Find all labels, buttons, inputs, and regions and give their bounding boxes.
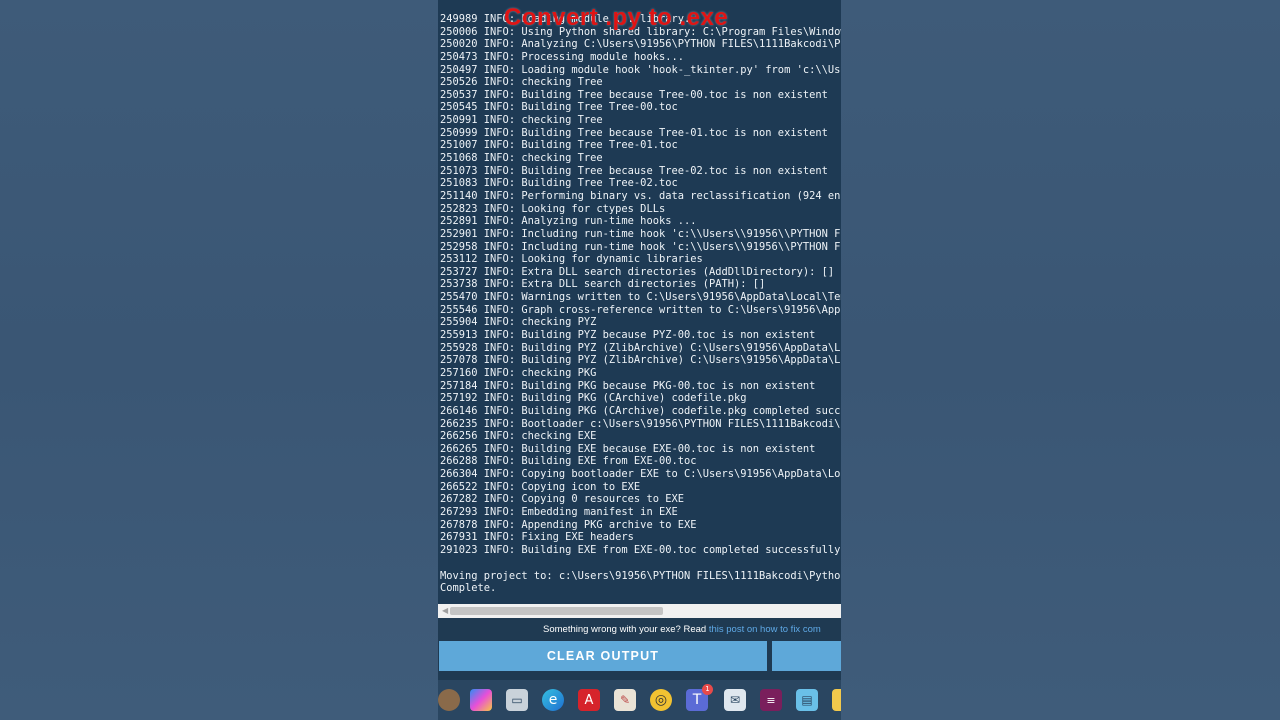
acrobat-icon[interactable]: A — [578, 689, 600, 711]
copilot-icon[interactable] — [470, 689, 492, 711]
notice-text: Something wrong with your exe? Read — [543, 624, 709, 635]
log-line: 266256 INFO: checking EXE — [440, 430, 597, 443]
log-line: 250991 INFO: checking Tree — [440, 114, 603, 127]
log-line: 266288 INFO: Building EXE from EXE-00.to… — [440, 455, 697, 468]
log-line: 255546 INFO: Graph cross-reference writt… — [440, 303, 841, 316]
log-line: 257078 INFO: Building PYZ (ZlibArchive) … — [440, 354, 841, 367]
log-line: 267282 INFO: Copying 0 resources to EXE — [440, 493, 684, 506]
log-line: 251140 INFO: Performing binary vs. data … — [440, 189, 841, 202]
log-line: 250497 INFO: Loading module hook 'hook-_… — [440, 63, 841, 76]
log-line: 266265 INFO: Building EXE because EXE-00… — [440, 442, 816, 455]
app-window: 249989 INFO: Loading module ... library.… — [438, 0, 841, 720]
log-line: 255470 INFO: Warnings written to C:\User… — [440, 291, 841, 304]
log-line: 267878 INFO: Appending PKG archive to EX… — [440, 518, 697, 531]
log-line: 252901 INFO: Including run-time hook 'c:… — [440, 227, 841, 240]
log-line: 266146 INFO: Building PKG (CArchive) cod… — [440, 404, 841, 417]
notepad-icon[interactable]: ▤ — [796, 689, 818, 711]
teams-icon[interactable]: T1 — [686, 684, 713, 711]
fix-post-link[interactable]: this post on how to fix com — [709, 624, 821, 635]
log-line: 251073 INFO: Building Tree because Tree-… — [440, 164, 828, 177]
log-line: 250999 INFO: Building Tree because Tree-… — [440, 126, 828, 139]
file-icon[interactable]: ✎ — [614, 689, 636, 711]
overlay-title: Convert .py to .exe — [504, 4, 729, 31]
button-row: CLEAR OUTPUT — [438, 641, 841, 672]
log-line: 250473 INFO: Processing module hooks... — [440, 50, 684, 63]
log-line: 291023 INFO: Building EXE from EXE-00.to… — [440, 543, 841, 556]
log-line: 252891 INFO: Analyzing run-time hooks ..… — [440, 215, 697, 228]
log-line: 251007 INFO: Building Tree Tree-01.toc — [440, 139, 678, 152]
log-line: 253112 INFO: Looking for dynamic librari… — [440, 253, 703, 266]
chrome-icon[interactable]: ◎ — [650, 689, 672, 711]
log-gap — [440, 557, 841, 570]
log-line: 250526 INFO: checking Tree — [440, 76, 603, 89]
log-line: 266235 INFO: Bootloader c:\Users\91956\P… — [440, 417, 841, 430]
photo-icon[interactable] — [438, 689, 460, 711]
horizontal-scrollbar[interactable]: ◀ — [438, 604, 841, 618]
log-line: 251068 INFO: checking Tree — [440, 152, 603, 165]
log-line: 257184 INFO: Building PKG because PKG-00… — [440, 379, 816, 392]
status-line: Complete. — [440, 582, 497, 595]
log-line: 250020 INFO: Analyzing C:\Users\91956\PY… — [440, 38, 841, 51]
notification-badge-icon: 1 — [702, 684, 713, 695]
secondary-button[interactable] — [772, 641, 841, 671]
log-line: 255904 INFO: checking PYZ — [440, 316, 597, 329]
help-notice: Something wrong with your exe? Read this… — [438, 618, 841, 640]
log-line: 250537 INFO: Building Tree because Tree-… — [440, 88, 828, 101]
log-line: 255913 INFO: Building PYZ because PYZ-00… — [440, 329, 816, 342]
log-line: 255928 INFO: Building PYZ (ZlibArchive) … — [440, 341, 841, 354]
scrollbar-thumb[interactable] — [450, 607, 663, 615]
log-line: 267293 INFO: Embedding manifest in EXE — [440, 505, 678, 518]
mail-icon[interactable]: ✉ — [724, 689, 746, 711]
log-line: 251083 INFO: Building Tree Tree-02.toc — [440, 177, 678, 190]
folder-icon[interactable] — [832, 689, 841, 711]
log-line: 266304 INFO: Copying bootloader EXE to C… — [440, 468, 841, 481]
winrar-icon[interactable]: ≡ — [760, 689, 782, 711]
clear-output-button[interactable]: CLEAR OUTPUT — [439, 641, 767, 671]
log-line: 266522 INFO: Copying icon to EXE — [440, 480, 641, 493]
log-line: 267931 INFO: Fixing EXE headers — [440, 531, 634, 544]
output-console[interactable]: 249989 INFO: Loading module ... library.… — [438, 0, 841, 604]
scroll-left-icon[interactable]: ◀ — [442, 606, 448, 615]
window-icon[interactable]: ▭ — [506, 689, 528, 711]
log-line: 257160 INFO: checking PKG — [440, 366, 597, 379]
left-background — [0, 0, 438, 720]
edge-icon[interactable]: e — [542, 689, 564, 711]
log-line: 252958 INFO: Including run-time hook 'c:… — [440, 240, 841, 253]
log-line: 253738 INFO: Extra DLL search directorie… — [440, 278, 766, 291]
log-line: 250545 INFO: Building Tree Tree-00.toc — [440, 101, 678, 114]
log-line: 252823 INFO: Looking for ctypes DLLs — [440, 202, 666, 215]
status-line: Moving project to: c:\Users\91956\PYTHON… — [440, 569, 841, 582]
log-line: 257192 INFO: Building PKG (CArchive) cod… — [440, 392, 747, 405]
log-output: 249989 INFO: Loading module ... library.… — [440, 13, 841, 595]
right-background — [841, 0, 1280, 720]
taskbar: ▭ e A ✎ ◎ T1 ✉ ≡ ▤ — [438, 680, 841, 720]
log-line: 253727 INFO: Extra DLL search directorie… — [440, 265, 835, 278]
